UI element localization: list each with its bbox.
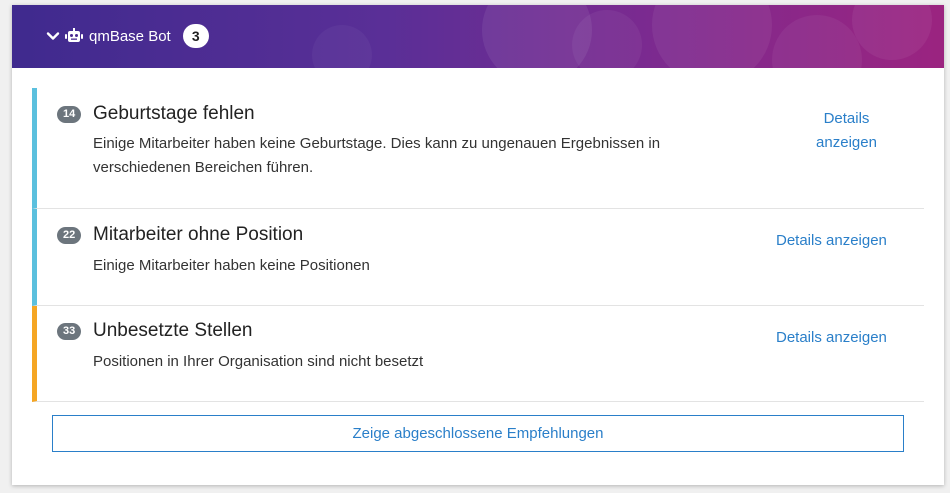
- item-title: Unbesetzte Stellen: [93, 320, 253, 341]
- chevron-down-icon: [46, 32, 60, 40]
- header-decoration: [652, 5, 772, 68]
- item-title: Geburtstage fehlen: [93, 103, 255, 124]
- recommendation-item: 22 Mitarbeiter ohne Position Einige Mita…: [32, 209, 924, 306]
- item-description: Einige Mitarbeiter haben keine Positione…: [93, 257, 370, 274]
- details-link[interactable]: Details anzeigen: [804, 107, 889, 155]
- header-decoration: [572, 10, 642, 68]
- recommendation-count-badge: 3: [182, 24, 209, 48]
- details-link[interactable]: Details anzeigen: [776, 229, 887, 253]
- item-count-badge: 22: [57, 227, 82, 244]
- item-count-badge: 14: [57, 106, 82, 123]
- recommendation-item: 33 Unbesetzte Stellen Positionen in Ihre…: [32, 306, 924, 402]
- bot-title: qmBase Bot: [89, 27, 171, 45]
- recommendation-item: 14 Geburtstage fehlen Einige Mitarbeiter…: [32, 88, 924, 209]
- collapse-toggle[interactable]: qmBase Bot 3: [45, 23, 209, 49]
- item-description: Positionen in Ihrer Organisation sind ni…: [93, 353, 424, 370]
- recommendations-card: qmBase Bot 3 14 Geburtstage fehlen Einig…: [12, 5, 944, 485]
- item-count-badge: 33: [57, 323, 82, 340]
- details-link[interactable]: Details anzeigen: [776, 326, 887, 350]
- bot-header: qmBase Bot 3: [12, 5, 944, 68]
- header-decoration: [852, 5, 932, 60]
- header-decoration: [772, 15, 862, 68]
- item-description: Einige Mitarbeiter haben keine Geburtsta…: [93, 135, 661, 176]
- robot-icon: [65, 28, 83, 42]
- item-title: Mitarbeiter ohne Position: [93, 224, 304, 245]
- show-completed-button[interactable]: Zeige abgeschlossene Empfehlungen: [52, 415, 904, 452]
- header-decoration: [312, 25, 372, 68]
